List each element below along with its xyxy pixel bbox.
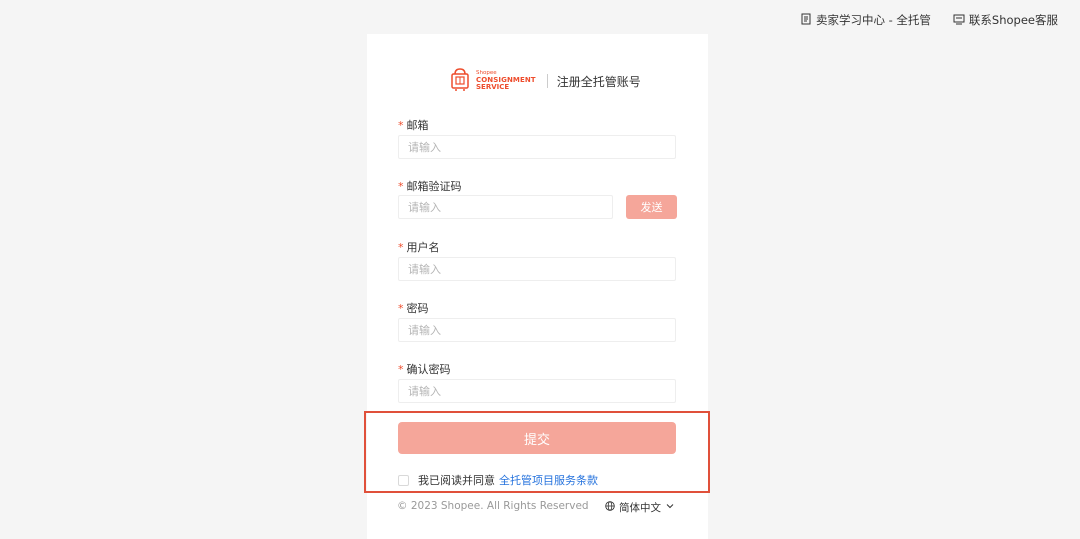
language-selector[interactable]: 简体中文	[605, 500, 675, 515]
footer: © 2023 Shopee. All Rights Reserved 简体中文	[397, 500, 677, 515]
highlight-box	[364, 411, 710, 493]
email-label: * 邮箱	[398, 117, 429, 133]
email-input[interactable]	[398, 135, 676, 159]
required-mark: *	[398, 363, 404, 376]
language-label: 简体中文	[619, 502, 661, 514]
card-header: Shopee CONSIGNMENT SERVICE 注册全托管账号	[449, 64, 641, 98]
globe-icon	[605, 501, 615, 514]
learning-center-link[interactable]: 卖家学习中心 - 全托管	[800, 12, 931, 28]
required-mark: *	[398, 119, 404, 132]
page-title: 注册全托管账号	[556, 74, 641, 89]
email-label-text: 邮箱	[406, 119, 429, 132]
contact-support-link[interactable]: 联系Shopee客服	[953, 12, 1058, 28]
email-code-label-text: 邮箱验证码	[406, 180, 462, 193]
top-nav: 卖家学习中心 - 全托管 联系Shopee客服	[800, 12, 1058, 28]
copyright-text: © 2023 Shopee. All Rights Reserved	[397, 500, 589, 512]
send-code-button[interactable]: 发送	[626, 195, 677, 219]
password-label-text: 密码	[406, 302, 429, 315]
required-mark: *	[398, 241, 404, 254]
learning-center-label: 卖家学习中心 - 全托管	[815, 13, 931, 27]
logo-line3: SERVICE	[476, 82, 510, 91]
username-label: * 用户名	[398, 239, 440, 255]
document-icon	[800, 13, 812, 28]
email-code-input[interactable]	[398, 195, 613, 219]
username-label-text: 用户名	[406, 241, 440, 254]
password-label: * 密码	[398, 300, 429, 316]
password-input[interactable]	[398, 318, 676, 342]
chevron-down-icon	[665, 501, 675, 514]
header-divider	[546, 74, 548, 88]
username-input[interactable]	[398, 257, 676, 281]
contact-support-label: 联系Shopee客服	[968, 13, 1058, 27]
consignment-logo: Shopee CONSIGNMENT SERVICE	[449, 67, 536, 95]
chat-icon	[953, 13, 965, 28]
confirm-password-label-text: 确认密码	[406, 363, 451, 376]
required-mark: *	[398, 180, 404, 193]
confirm-password-label: * 确认密码	[398, 361, 451, 377]
logo-text: Shopee CONSIGNMENT SERVICE	[476, 71, 536, 91]
confirm-password-input[interactable]	[398, 379, 676, 403]
required-mark: *	[398, 302, 404, 315]
bag-icon	[449, 67, 471, 95]
email-code-label: * 邮箱验证码	[398, 178, 462, 194]
